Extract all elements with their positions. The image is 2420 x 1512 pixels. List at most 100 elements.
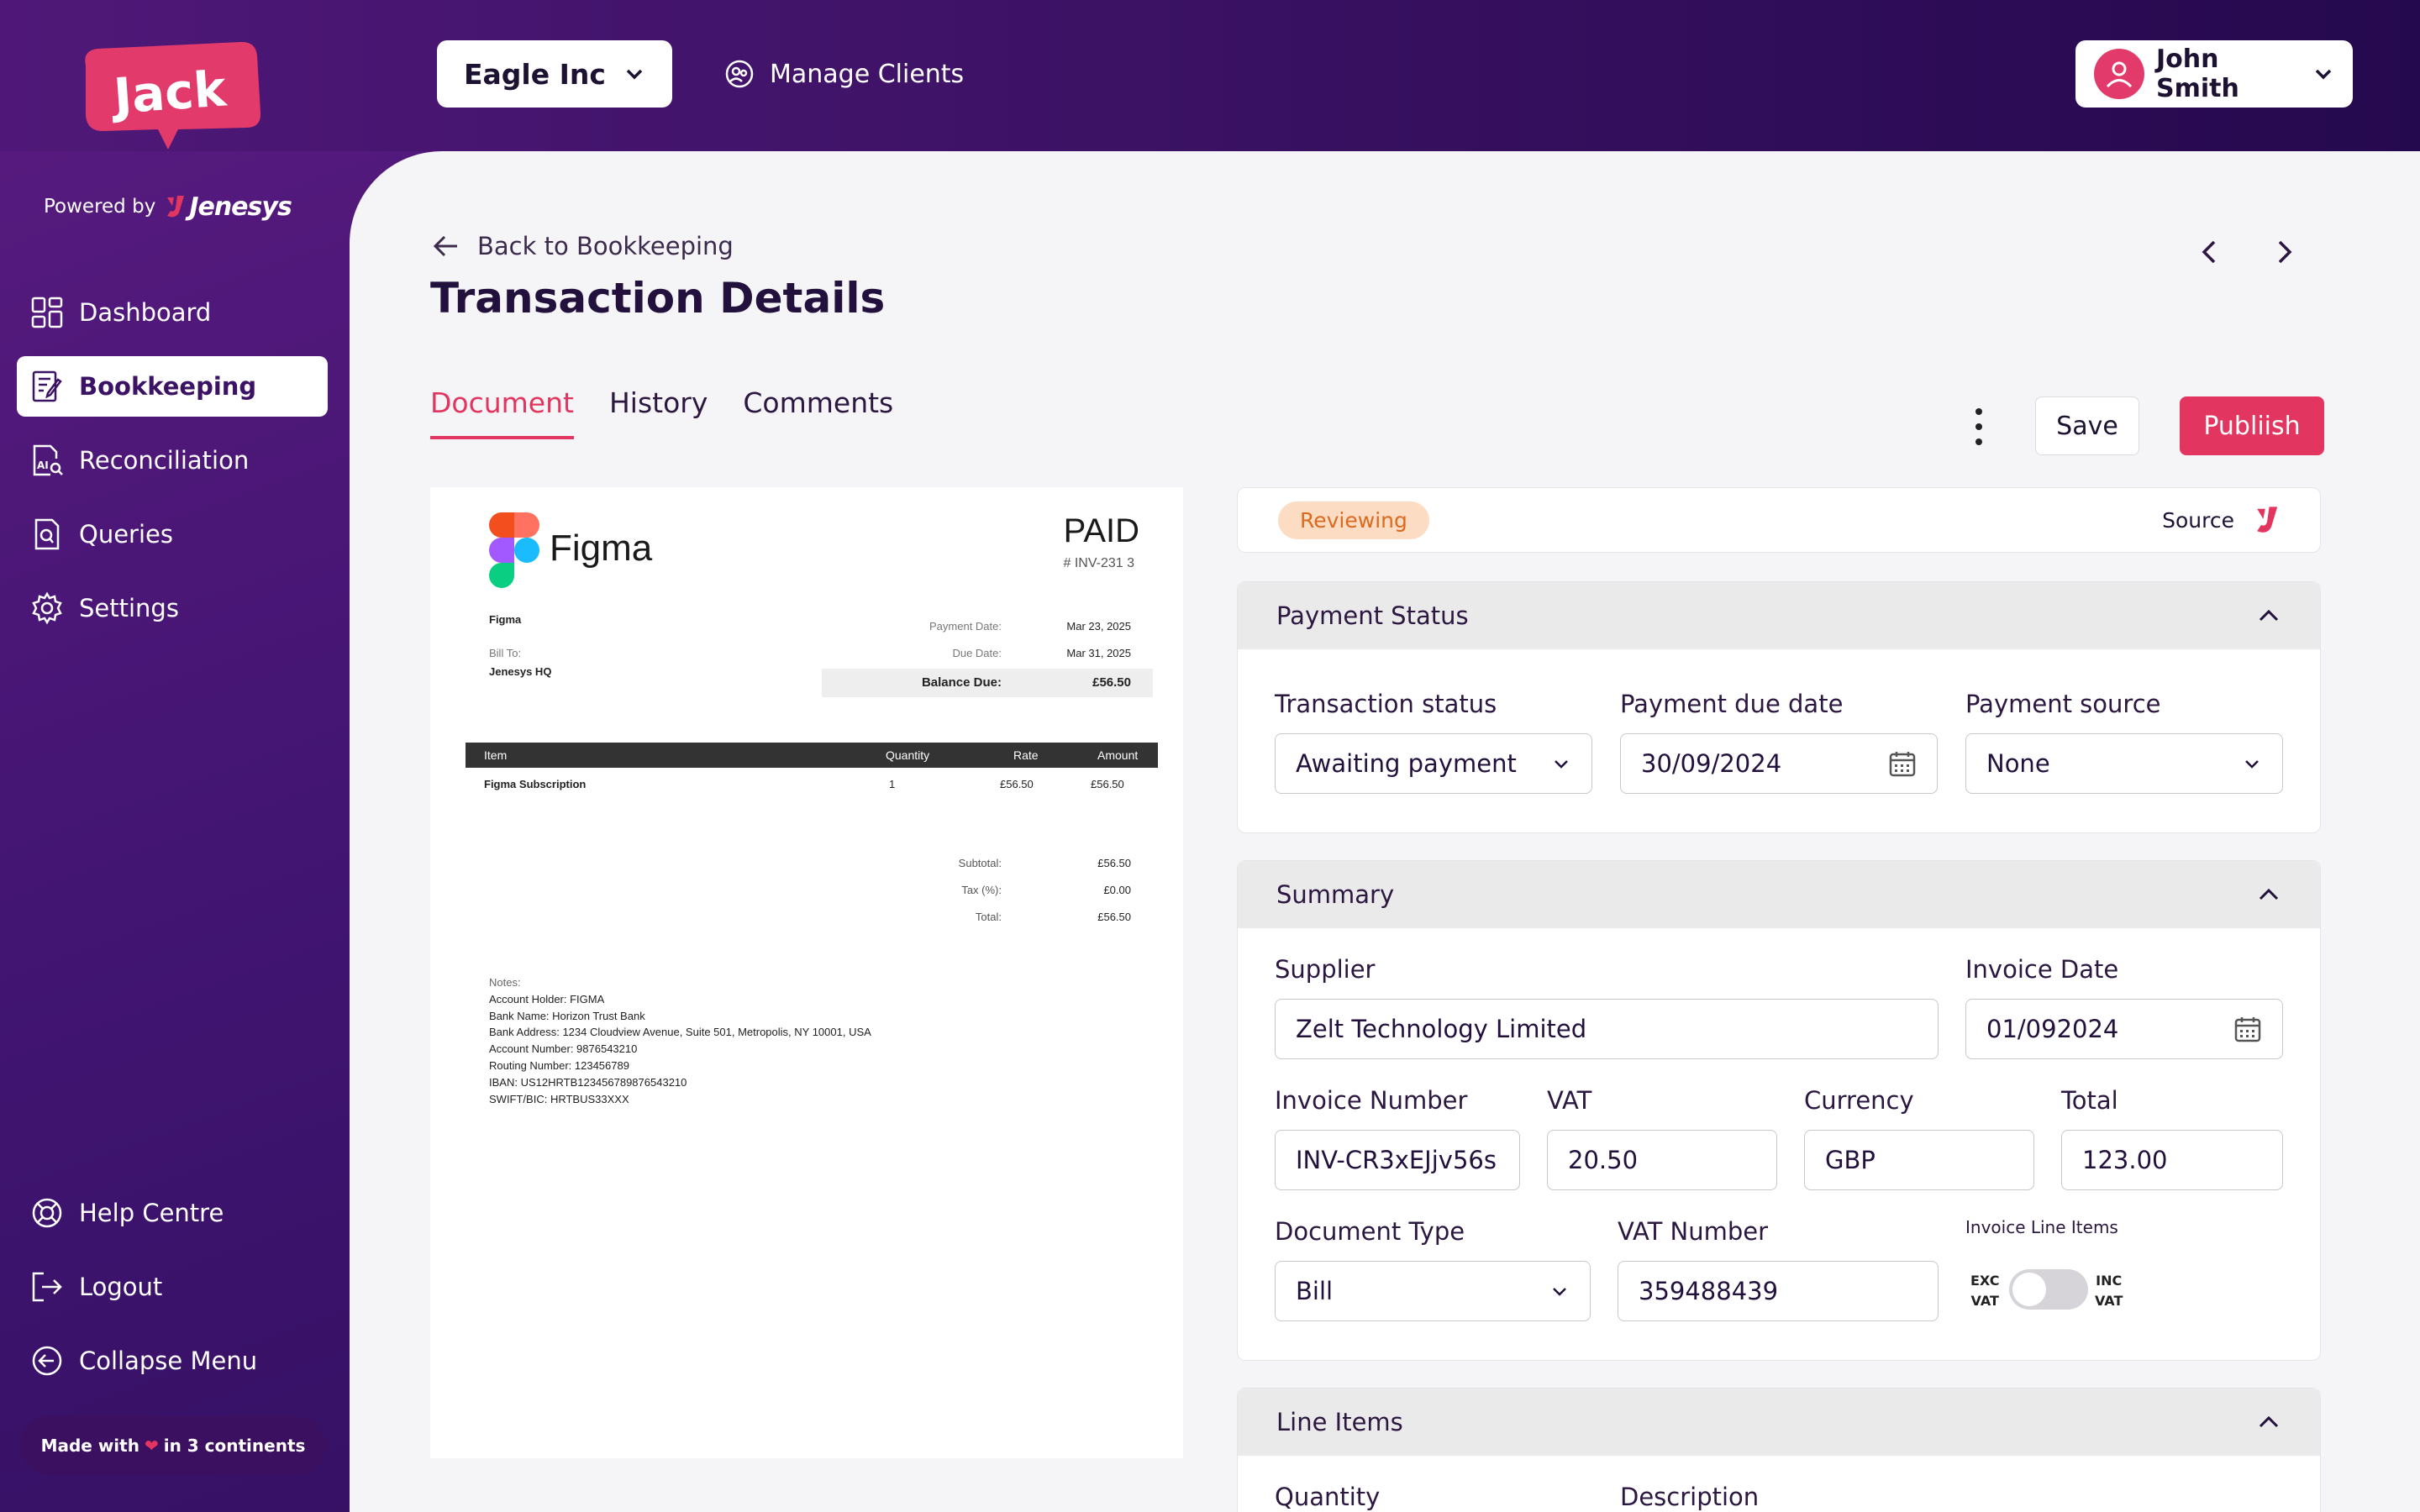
calendar-icon <box>2234 1017 2261 1042</box>
total-input[interactable]: 123.00 <box>2061 1130 2283 1190</box>
company-selector[interactable]: Eagle Inc <box>437 40 672 108</box>
sidebar-item-dashboard[interactable]: Dashboard <box>17 282 328 343</box>
payment-source-select[interactable]: None <box>1965 733 2283 794</box>
doc-bill-to-label: Bill To: <box>489 647 522 659</box>
total-label: Total <box>2061 1086 2118 1115</box>
document-type-select[interactable]: Bill <box>1275 1261 1591 1321</box>
figma-logo-icon <box>489 512 539 588</box>
doc-tax-label: Tax (%): <box>961 884 1002 896</box>
doc-total-label: Total: <box>975 911 1002 923</box>
payment-status-header[interactable]: Payment Status <box>1238 582 2320 649</box>
tab-history[interactable]: History <box>609 386 708 439</box>
sidebar-item-logout[interactable]: Logout <box>17 1257 328 1317</box>
doc-due-date-label: Due Date: <box>952 647 1002 659</box>
top-bar <box>0 0 2420 151</box>
doc-row-amount: £56.50 <box>1091 778 1124 790</box>
gear-icon <box>32 591 62 625</box>
vat-input[interactable]: 20.50 <box>1547 1130 1777 1190</box>
jenesys-mark-icon <box>167 196 185 218</box>
chevron-down-icon <box>1555 760 1568 769</box>
chevron-up-icon <box>2259 609 2279 622</box>
sidebar-nav: Dashboard Bookkeeping AI Reconciliation … <box>17 282 328 652</box>
document-preview: Figma PAID # INV-231 3 Figma Bill To: Je… <box>430 487 1183 1458</box>
jack-logo: Jack <box>85 41 261 150</box>
heart-icon: ❤ <box>144 1436 159 1456</box>
description-label: Description <box>1620 1483 1760 1511</box>
publish-button[interactable]: Publiish <box>2180 396 2324 455</box>
tab-document[interactable]: Document <box>430 386 574 439</box>
invoice-number-input[interactable]: INV-CR3xEJjv56s <box>1275 1130 1520 1190</box>
sidebar-item-help-centre[interactable]: Help Centre <box>17 1183 328 1243</box>
invoice-number-label: Invoice Number <box>1275 1086 1468 1115</box>
jenesys-brand: Jenesys <box>164 192 292 222</box>
quantity-label: Quantity <box>1275 1483 1381 1511</box>
avatar <box>2094 49 2144 99</box>
supplier-input[interactable]: Zelt Technology Limited <box>1275 999 1939 1059</box>
supplier-label: Supplier <box>1275 955 1376 984</box>
currency-label: Currency <box>1804 1086 1914 1115</box>
manage-clients-link[interactable]: Manage Clients <box>724 40 964 108</box>
jenesys-mark-icon <box>2257 507 2278 533</box>
document-type-label: Document Type <box>1275 1217 1465 1246</box>
user-menu[interactable]: John Smith <box>2075 40 2353 108</box>
previous-transaction-icon[interactable] <box>2195 237 2225 267</box>
sidebar-item-bookkeeping[interactable]: Bookkeeping <box>17 356 328 417</box>
queries-icon <box>34 518 60 550</box>
doc-balance-label: Balance Due: <box>921 675 1002 690</box>
made-with-footer: Made with ❤ in 3 continents <box>20 1416 326 1475</box>
doc-due-date: Mar 31, 2025 <box>1066 647 1131 659</box>
doc-brand-name: Figma <box>550 528 653 569</box>
doc-from: Figma <box>489 613 522 626</box>
chevron-up-icon <box>2259 888 2279 900</box>
payment-due-date-label: Payment due date <box>1620 690 1844 718</box>
doc-row-rate: £56.50 <box>1000 778 1034 790</box>
doc-balance: £56.50 <box>1092 675 1131 690</box>
doc-tax: £0.00 <box>1103 884 1131 896</box>
currency-input[interactable]: GBP <box>1804 1130 2034 1190</box>
sidebar-item-collapse-menu[interactable]: Collapse Menu <box>17 1331 328 1391</box>
bookkeeping-icon <box>32 370 62 402</box>
transaction-status-label: Transaction status <box>1275 690 1497 718</box>
doc-payment-date-label: Payment Date: <box>929 620 1002 633</box>
doc-table-header: Item Quantity Rate Amount <box>466 743 1158 768</box>
payment-due-date-input[interactable]: 30/09/2024 <box>1620 733 1938 794</box>
sidebar-item-queries[interactable]: Queries <box>17 504 328 564</box>
doc-row-qty: 1 <box>889 778 896 790</box>
sidebar-item-settings[interactable]: Settings <box>17 578 328 638</box>
chevron-down-icon <box>2245 760 2259 769</box>
toggle-knob <box>2012 1273 2046 1306</box>
doc-subtotal-label: Subtotal: <box>958 857 1002 869</box>
source-link[interactable]: Source <box>2162 505 2280 535</box>
doc-total: £56.50 <box>1097 911 1131 923</box>
invoice-date-label: Invoice Date <box>1965 955 2119 984</box>
doc-status: PAID <box>1063 512 1139 549</box>
next-transaction-icon[interactable] <box>2269 237 2299 267</box>
sidebar-bottom-nav: Help Centre Logout Collapse Menu <box>17 1183 328 1404</box>
transaction-status-select[interactable]: Awaiting payment <box>1275 733 1592 794</box>
tab-comments[interactable]: Comments <box>743 386 893 439</box>
tab-bar: Document History Comments <box>430 386 893 439</box>
logout-icon <box>32 1272 62 1302</box>
sidebar-item-reconciliation[interactable]: AI Reconciliation <box>17 430 328 491</box>
payment-source-label: Payment source <box>1965 690 2161 718</box>
vat-number-input[interactable]: 359488439 <box>1618 1261 1939 1321</box>
exc-vat-label: EXC VAT <box>1970 1273 2000 1309</box>
save-button[interactable]: Save <box>2035 396 2139 455</box>
more-options-icon[interactable] <box>1966 408 1991 445</box>
invoice-date-input[interactable]: 01/092024 <box>1965 999 2283 1059</box>
calendar-icon <box>1889 752 1916 777</box>
doc-row-item: Figma Subscription <box>484 778 587 790</box>
vat-toggle[interactable] <box>2009 1269 2088 1310</box>
line-items-header[interactable]: Line Items <box>1238 1389 2320 1456</box>
payment-status-section: Payment Status Transaction status Awaiti… <box>1237 581 2321 833</box>
powered-by: Powered by Jenesys <box>44 192 292 222</box>
doc-bill-to: Jenesys HQ <box>489 665 552 678</box>
status-badge: Reviewing <box>1278 501 1429 539</box>
svg-text:AI: AI <box>37 459 49 471</box>
page-title: Transaction Details <box>430 274 886 323</box>
chevron-down-icon <box>626 69 643 80</box>
back-to-bookkeeping-link[interactable]: Back to Bookkeeping <box>432 232 734 260</box>
doc-invoice-number: # INV-231 3 <box>1063 556 1135 570</box>
clients-icon <box>725 60 754 88</box>
summary-header[interactable]: Summary <box>1238 861 2320 928</box>
